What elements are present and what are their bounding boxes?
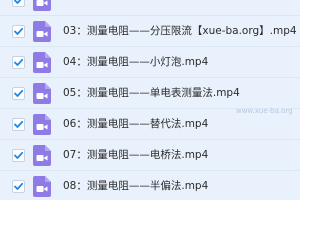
checkmark-icon <box>14 89 24 97</box>
checkmark-icon <box>14 182 24 190</box>
file-name: 05：测量电阻——单电表测量法.mp4 <box>63 87 240 99</box>
row-checkbox[interactable] <box>12 180 25 193</box>
video-file-icon <box>33 52 51 73</box>
file-name: 08：测量电阻——半偏法.mp4 <box>63 180 209 192</box>
video-file-icon <box>33 21 51 42</box>
video-file-icon <box>33 114 51 135</box>
row-checkbox[interactable] <box>12 118 25 131</box>
watermark: www.xue-ba.org <box>236 107 293 115</box>
file-row[interactable]: 08：测量电阻——半偏法.mp4 <box>0 171 300 200</box>
file-row[interactable]: 07：测量电阻——电桥法.mp4 <box>0 140 300 171</box>
file-name: 03：测量电阻——分压限流【xue-ba.org】.mp4 <box>63 25 297 37</box>
row-checkbox[interactable] <box>12 56 25 69</box>
file-row[interactable]: 03：测量电阻——分压限流【xue-ba.org】.mp4 <box>0 16 300 47</box>
checkmark-icon <box>14 120 24 128</box>
file-list: 03：测量电阻——分压限流【xue-ba.org】.mp4 04：测量电阻——小… <box>0 0 300 200</box>
checkmark-icon <box>14 151 24 159</box>
video-file-icon <box>33 83 51 104</box>
row-checkbox[interactable] <box>12 0 25 7</box>
video-file-icon <box>33 0 51 11</box>
file-row[interactable]: 05：测量电阻——单电表测量法.mp4 <box>0 78 300 109</box>
row-checkbox[interactable] <box>12 87 25 100</box>
row-checkbox[interactable] <box>12 149 25 162</box>
video-file-icon <box>33 145 51 166</box>
checkmark-icon <box>14 58 24 66</box>
file-name: 07：测量电阻——电桥法.mp4 <box>63 149 209 161</box>
checkmark-icon <box>14 27 24 35</box>
file-name: 04：测量电阻——小灯泡.mp4 <box>63 56 209 68</box>
video-file-icon <box>33 176 51 197</box>
file-row[interactable] <box>0 0 300 16</box>
checkmark-icon <box>14 0 22 4</box>
row-checkbox[interactable] <box>12 25 25 38</box>
file-name: 06：测量电阻——替代法.mp4 <box>63 118 209 130</box>
file-row[interactable]: 04：测量电阻——小灯泡.mp4 <box>0 47 300 78</box>
